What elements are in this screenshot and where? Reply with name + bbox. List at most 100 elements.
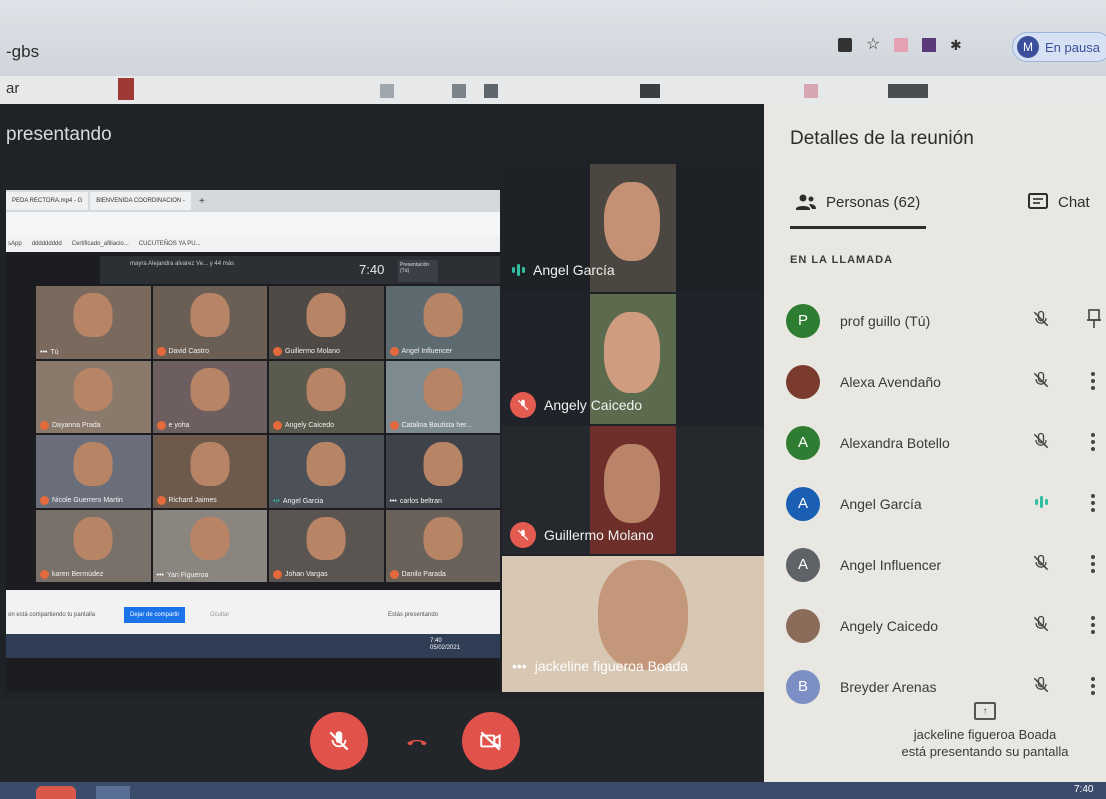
- avatar: A: [786, 425, 820, 460]
- shared-bookmark: CUCUTEÑOS YA PU...: [138, 241, 201, 247]
- extension-pink-icon[interactable]: [894, 38, 908, 52]
- shared-participant-tile: ••• Yan Figueroa: [152, 509, 267, 582]
- shared-participant-tile: Guillermo Molano: [269, 286, 384, 359]
- taskbar-app[interactable]: [96, 786, 130, 799]
- participant-face: [306, 516, 346, 561]
- shared-tile-label: Tú: [50, 348, 59, 356]
- more-options-icon[interactable]: [1088, 674, 1098, 698]
- shared-tile-name: Nicole Guerrero Martin: [40, 495, 123, 505]
- participant-row[interactable]: A Angel Influencer: [786, 534, 1106, 595]
- start-button[interactable]: [36, 786, 76, 799]
- leave-call-button[interactable]: [388, 712, 446, 770]
- mic-off-icon: [273, 570, 282, 579]
- shared-participant-tile: •ı• Angel Garcia: [269, 435, 384, 508]
- participant-face: [604, 181, 660, 262]
- participant-row[interactable]: Pprof guillo (Tú): [786, 290, 1106, 351]
- more-options-icon[interactable]: [1088, 552, 1098, 576]
- mic-off-icon: [156, 421, 166, 430]
- participant-row[interactable]: Angely Caicedo: [786, 595, 1106, 656]
- participant-row[interactable]: Alexa Avendaño: [786, 351, 1106, 412]
- mic-off-icon: [389, 421, 399, 430]
- shared-tile-name: Angely Caicedo: [273, 421, 334, 430]
- shared-participant-tile: karen Bermúdez: [36, 509, 151, 582]
- participant-face: [73, 442, 113, 486]
- featured-label: jackeline figueroa Boada: [534, 658, 689, 674]
- shared-tile-name: David Castro: [156, 346, 209, 356]
- video-tile-label: Angely Caicedo: [544, 397, 643, 413]
- avatar: [786, 364, 820, 399]
- profile-status: En pausa: [1045, 39, 1100, 55]
- more-options-icon[interactable]: [1088, 430, 1098, 454]
- shared-participant-tile: Richard Jaimes: [152, 435, 267, 508]
- avatar: A: [786, 547, 820, 582]
- participant-face: [604, 312, 660, 393]
- shared-tab: PEDA RECTORA.mp4 - G: [6, 192, 89, 210]
- mic-off-icon: [1030, 430, 1052, 452]
- shared-tile-name: Catalina Bautista her...: [389, 421, 472, 430]
- mic-off-icon: [273, 421, 282, 430]
- pin-icon[interactable]: [1086, 308, 1102, 335]
- shared-participant-grid: ••• Tú David Castro Guillermo Molano Angel I…: [36, 286, 500, 582]
- browser-tab-title[interactable]: -gbs: [6, 42, 39, 62]
- mute-button[interactable]: [310, 712, 368, 770]
- address-bar[interactable]: [0, 76, 1106, 104]
- presenter-name: jackeline figueroa Boada: [913, 727, 1057, 742]
- participant-face: [306, 442, 346, 486]
- avatar: M: [1017, 36, 1039, 58]
- mic-off-icon: [273, 346, 282, 356]
- taskbar-clock: 7:40: [1074, 784, 1094, 795]
- shared-clock-time: 7:40: [430, 638, 442, 644]
- presenting-status: está presentando su pantalla: [901, 744, 1069, 759]
- participant-face: [190, 367, 230, 412]
- participant-row[interactable]: A Alexandra Botello: [786, 412, 1106, 473]
- shared-participant-tile: Catalina Bautista her...: [385, 360, 500, 433]
- presenting-note: jackeline figueroa Boada está presentand…: [880, 726, 1090, 760]
- tab-chat-label: Chat: [1058, 193, 1090, 211]
- participant-face: [73, 516, 113, 561]
- participant-name: Alexa Avendaño: [840, 373, 941, 390]
- shared-participant-tile: Johan Vargas: [269, 509, 384, 582]
- tab-people-label: Personas (62): [826, 193, 921, 211]
- shared-tile-name: karen Bermúdez: [40, 570, 103, 579]
- participant-face: [423, 293, 463, 337]
- avatar: P: [786, 303, 820, 338]
- tab-people[interactable]: Personas (62): [794, 190, 920, 214]
- mic-off-icon: [40, 495, 49, 505]
- shared-tile-label: e yoha: [168, 422, 190, 429]
- shared-tile-name: Richard Jaimes: [156, 495, 217, 505]
- participant-name: Angel García: [840, 495, 922, 512]
- puzzle-icon[interactable]: ✱: [950, 38, 964, 52]
- participant-row[interactable]: A Angel García: [786, 473, 1106, 534]
- speaking-icon: [1030, 491, 1052, 513]
- extension-purple-icon[interactable]: [922, 38, 936, 52]
- shared-participant-tile: Danilo Parada: [385, 509, 500, 582]
- participant-name: Breyder Arenas: [840, 678, 937, 695]
- participant-face: [190, 442, 230, 486]
- camera-off-button[interactable]: [462, 712, 520, 770]
- more-options-icon[interactable]: [1088, 491, 1098, 515]
- video-tile-name: Angel García: [512, 262, 615, 278]
- participant-face: [604, 443, 660, 524]
- windows-taskbar: [0, 782, 1106, 799]
- participant-face: [423, 442, 463, 486]
- shared-tile-label: Angely Caicedo: [285, 422, 335, 429]
- more-options-icon[interactable]: [1088, 613, 1098, 637]
- participant-face: [423, 367, 463, 412]
- shared-tile-label: carlos beltran: [399, 497, 442, 505]
- video-tile-name: Guillermo Molano: [510, 522, 654, 548]
- panel-title: Detalles de la reunión: [790, 128, 974, 149]
- mic-off-icon: [1030, 369, 1052, 391]
- star-icon[interactable]: ☆: [866, 37, 880, 53]
- camera-icon[interactable]: [838, 38, 852, 52]
- tab-chat[interactable]: Chat: [1026, 190, 1090, 214]
- mic-off-icon: [329, 731, 349, 751]
- more-options-icon[interactable]: [1088, 369, 1098, 393]
- participant-face: [73, 367, 113, 412]
- blurred-bookmark: [380, 84, 394, 98]
- participant-row[interactable]: B Breyder Arenas: [786, 656, 1106, 717]
- profile-button[interactable]: M En pausa: [1012, 32, 1106, 62]
- participant-name: Angely Caicedo: [840, 617, 939, 634]
- shared-tile-name: Johan Vargas: [273, 570, 328, 579]
- call-controls-bar: [0, 700, 764, 782]
- shared-participant-tile: Angel Influencer: [385, 286, 500, 359]
